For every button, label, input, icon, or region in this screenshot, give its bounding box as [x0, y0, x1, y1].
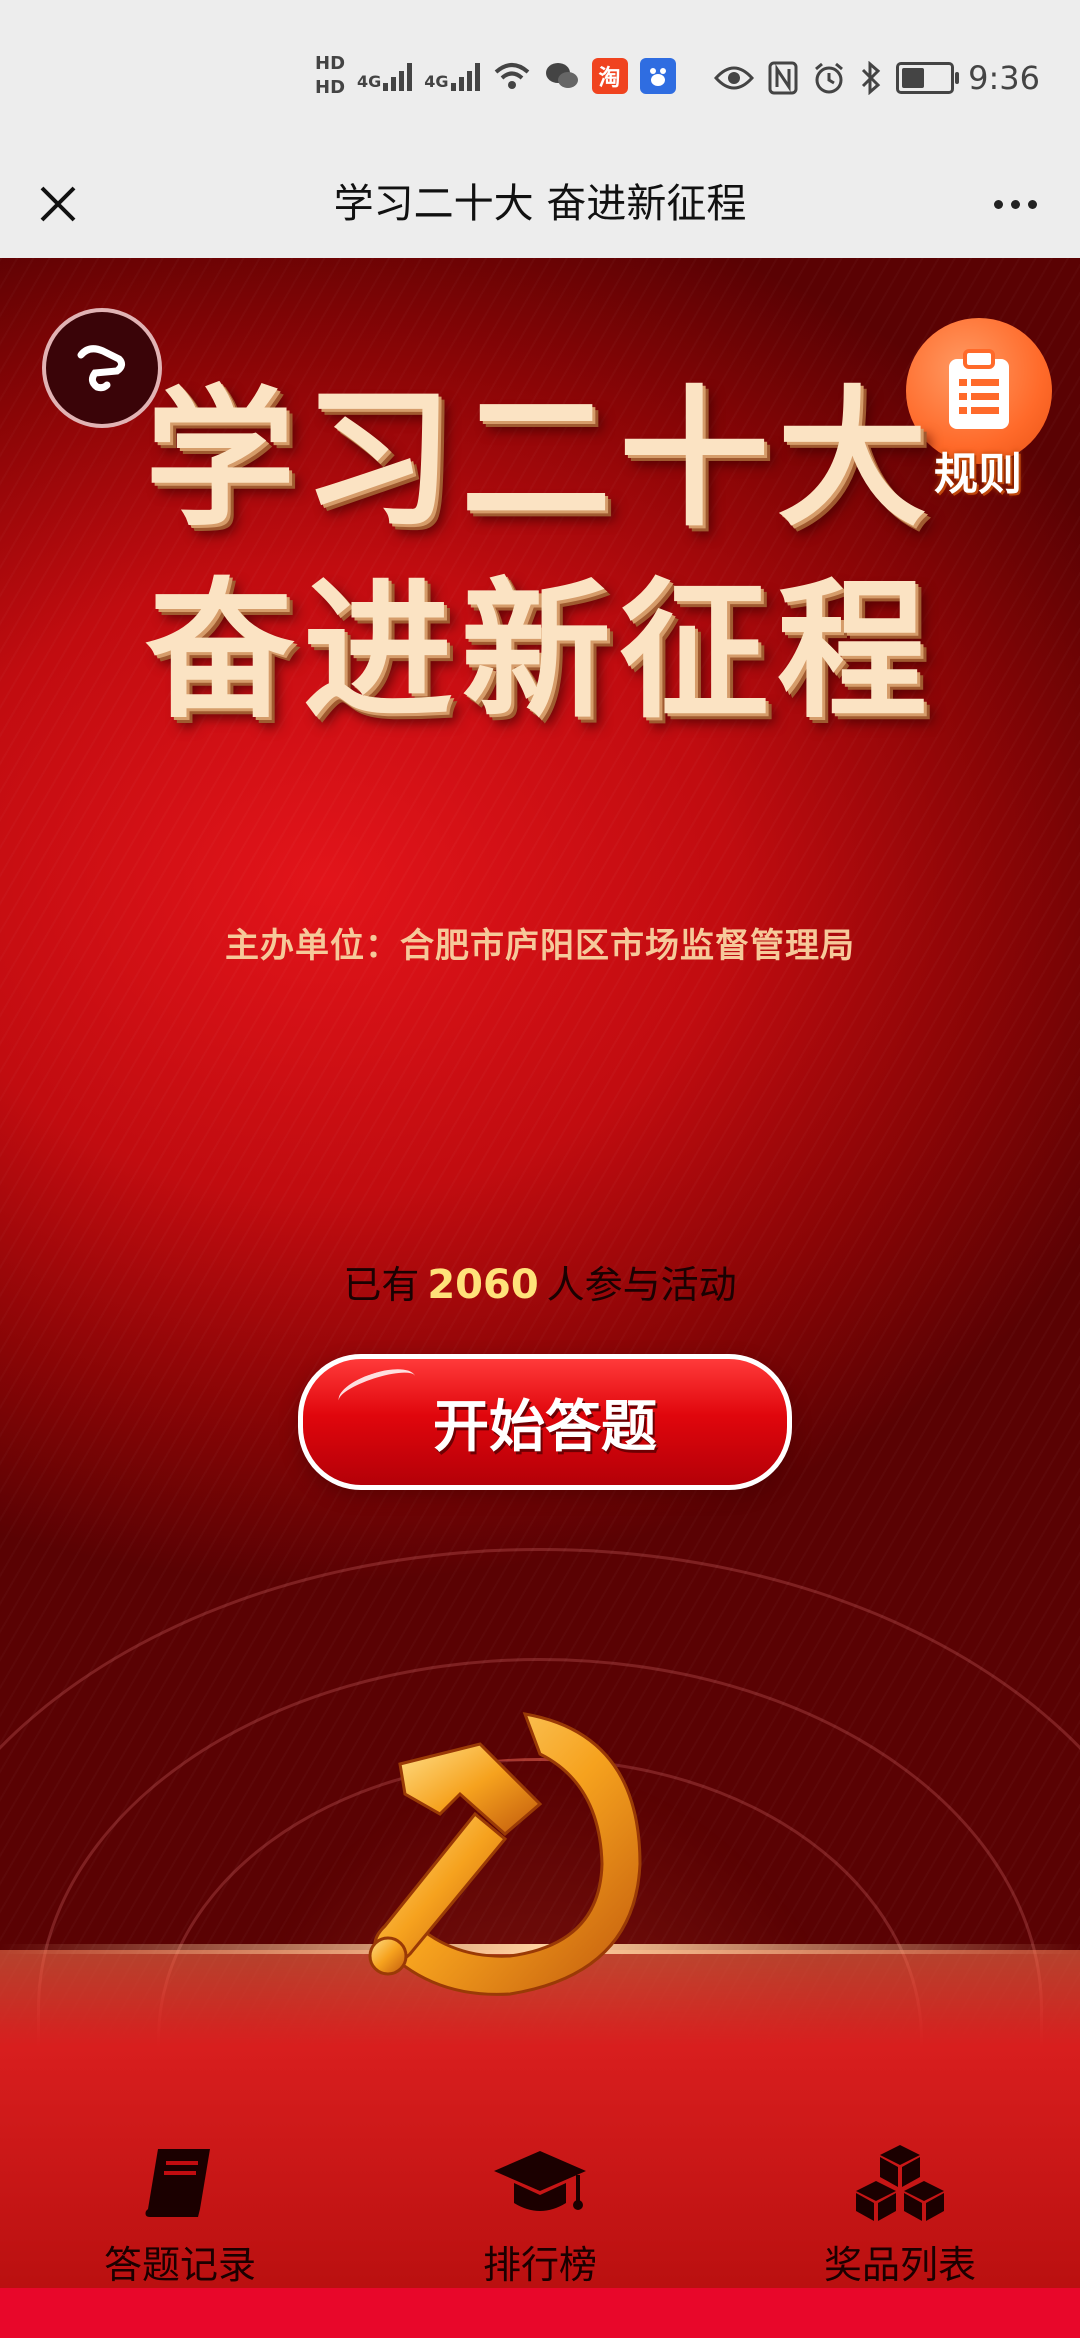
taobao-icon: 淘: [591, 58, 628, 94]
boxes-icon: [856, 2145, 944, 2221]
nfc-icon: [768, 61, 798, 95]
hd1-label: HD: [315, 53, 346, 74]
battery-icon: [896, 62, 960, 94]
eye-icon: [714, 66, 755, 90]
signal-bars-icon: [450, 61, 480, 91]
wechat-icon: [545, 63, 578, 88]
page-title: 学习二十大 奋进新征程: [333, 181, 747, 227]
dot: [1010, 199, 1020, 209]
signal-1: 4G: [357, 61, 413, 91]
tab-leaderboard-label: 排行榜: [482, 2243, 597, 2287]
status-bar: HD HD 4G 4G 淘 9:36: [0, 0, 1080, 150]
participants-count: 2060: [427, 1262, 539, 1308]
participants-prefix: 已有: [343, 1263, 420, 1307]
dot: [993, 199, 1003, 209]
baidu-icon: [639, 58, 676, 94]
nav-bar: 学习二十大 奋进新征程: [0, 150, 1080, 258]
graduation-cap-icon: [494, 2151, 586, 2211]
battery-fill: [902, 68, 925, 88]
clock: 9:36: [968, 59, 1040, 97]
start-quiz-label: 开始答题: [433, 1394, 657, 1460]
status-right-icons: 9:36: [714, 50, 1040, 106]
sponsor-text: 主办单位：合肥市庐阳区市场监督管理局: [225, 926, 855, 966]
book-icon: [145, 2149, 210, 2217]
main-content: 规则 学习二十大 奋进新征程 主办单位：合肥市庐阳区市场监督管理局 已有 2060…: [0, 258, 1080, 2338]
participants-suffix: 人参与活动: [546, 1263, 737, 1307]
wifi-icon: [494, 63, 529, 89]
start-quiz-button[interactable]: 开始答题: [298, 1354, 792, 1490]
status-left-icons: HD HD 4G 4G 淘: [315, 48, 676, 104]
tab-answer-records[interactable]: 答题记录: [30, 2138, 330, 2298]
participants-text: 已有 2060 人参与活动: [0, 1254, 1080, 1309]
bluetooth-icon: [862, 61, 881, 95]
net2-label: 4G: [424, 72, 449, 91]
tab-prize-list-label: 奖品列表: [823, 2243, 976, 2287]
net1-label: 4G: [357, 72, 382, 91]
bottom-strip: [0, 2288, 1080, 2338]
headline-line-1: 学习二十大: [144, 371, 935, 547]
signal-bars-icon: [383, 61, 413, 91]
more-options-button[interactable]: [980, 176, 1050, 232]
headline-line-2: 奋进新征程: [144, 563, 935, 739]
hd2-label: HD: [315, 77, 346, 98]
tab-answer-records-label: 答题记录: [103, 2243, 256, 2287]
tab-leaderboard[interactable]: 排行榜: [390, 2138, 690, 2298]
taobao-badge-label: 淘: [598, 66, 621, 91]
hd-indicator: HD HD: [315, 52, 345, 100]
dot: [1027, 199, 1037, 209]
alarm-icon: [815, 62, 844, 94]
party-emblem-icon: [368, 1712, 642, 1996]
signal-2: 4G: [424, 61, 480, 91]
tab-prize-list[interactable]: 奖品列表: [750, 2138, 1050, 2298]
